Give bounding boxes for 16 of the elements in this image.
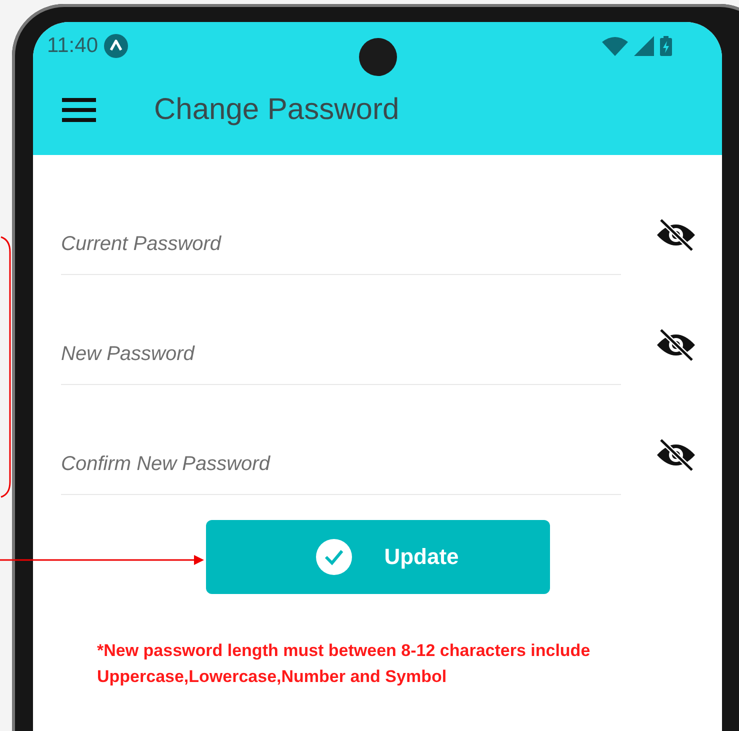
menu-icon[interactable] bbox=[62, 97, 96, 123]
signal-icon bbox=[634, 36, 654, 56]
eye-slash-icon[interactable] bbox=[655, 438, 697, 472]
password-field[interactable]: New Password bbox=[61, 324, 621, 385]
wifi-icon bbox=[602, 36, 628, 56]
eye-slash-icon[interactable] bbox=[655, 218, 697, 252]
app-notification-icon bbox=[104, 34, 128, 58]
status-time: 11:40 bbox=[47, 34, 98, 58]
password-rule-note: *New password length must between 8-12 characters include Uppercase,Lowercase,Number and Symbol bbox=[97, 640, 592, 688]
screen-title: Change Password bbox=[154, 93, 400, 127]
eye-slash-icon[interactable] bbox=[655, 328, 697, 362]
check-circle-icon bbox=[316, 539, 352, 575]
password-field[interactable]: Current Password bbox=[61, 214, 621, 275]
update-button[interactable]: Update bbox=[206, 520, 550, 594]
password-field[interactable]: Confirm New Password bbox=[61, 434, 621, 495]
battery-icon bbox=[660, 36, 672, 56]
